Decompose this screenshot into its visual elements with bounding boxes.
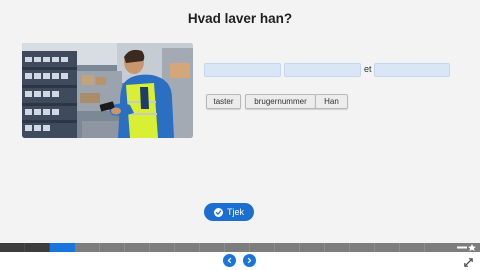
progress-segment-15[interactable] bbox=[350, 243, 375, 252]
progress-segment-13[interactable] bbox=[300, 243, 325, 252]
choice-taster[interactable]: taster bbox=[206, 94, 241, 109]
choice-brugernummer[interactable]: brugernummer bbox=[245, 94, 316, 109]
previous-icon bbox=[227, 257, 232, 264]
progress-segment-3[interactable] bbox=[50, 243, 75, 252]
exercise-stage: Hvad laver han? et taster brugernummer H… bbox=[0, 0, 480, 243]
progress-segment-5[interactable] bbox=[100, 243, 125, 252]
progress-segment-16[interactable] bbox=[375, 243, 400, 252]
check-icon bbox=[213, 207, 223, 217]
progress-segment-1[interactable] bbox=[0, 243, 25, 252]
check-button[interactable]: Tjek bbox=[204, 203, 254, 221]
question-title: Hvad laver han? bbox=[187, 11, 293, 26]
exercise-photo bbox=[22, 43, 193, 138]
check-button-label: Tjek bbox=[226, 207, 244, 217]
sentence-word-et: et bbox=[364, 64, 372, 74]
answer-slot-3[interactable] bbox=[374, 63, 450, 77]
progress-segment-18[interactable] bbox=[425, 243, 455, 252]
star-icon bbox=[457, 244, 476, 251]
previous-button[interactable] bbox=[223, 254, 236, 267]
next-icon bbox=[247, 257, 252, 264]
fullscreen-button[interactable] bbox=[463, 255, 474, 267]
progress-segment-9[interactable] bbox=[200, 243, 225, 252]
navigation-bar bbox=[0, 252, 480, 270]
answer-slot-1[interactable] bbox=[204, 63, 281, 77]
progress-segment-10[interactable] bbox=[225, 243, 250, 252]
progress-segment-11[interactable] bbox=[250, 243, 275, 252]
answer-slot-2[interactable] bbox=[284, 63, 361, 77]
progress-segment-4[interactable] bbox=[75, 243, 100, 252]
progress-segment-2[interactable] bbox=[25, 243, 50, 252]
next-button[interactable] bbox=[243, 254, 256, 267]
progress-segment-12[interactable] bbox=[275, 243, 300, 252]
fullscreen-icon bbox=[464, 258, 473, 267]
progress-segment-14[interactable] bbox=[325, 243, 350, 252]
progress-segment-17[interactable] bbox=[400, 243, 425, 252]
progress-segment-8[interactable] bbox=[175, 243, 200, 252]
progress-segment-final[interactable] bbox=[455, 243, 480, 252]
choice-han[interactable]: Han bbox=[315, 94, 348, 109]
progress-bar bbox=[0, 243, 480, 252]
progress-segment-7[interactable] bbox=[150, 243, 175, 252]
progress-segment-6[interactable] bbox=[125, 243, 150, 252]
